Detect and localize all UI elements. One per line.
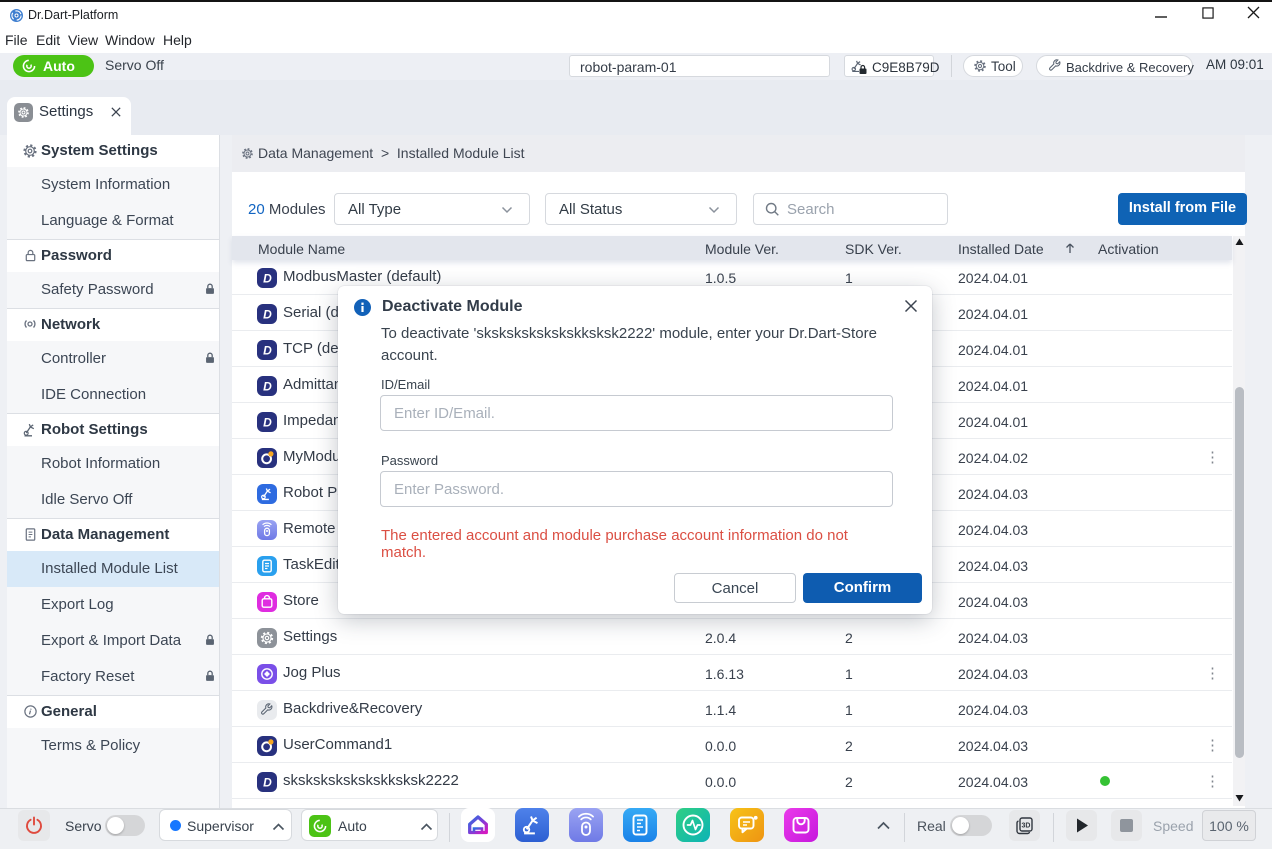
svg-text:3D: 3D — [1022, 823, 1031, 830]
